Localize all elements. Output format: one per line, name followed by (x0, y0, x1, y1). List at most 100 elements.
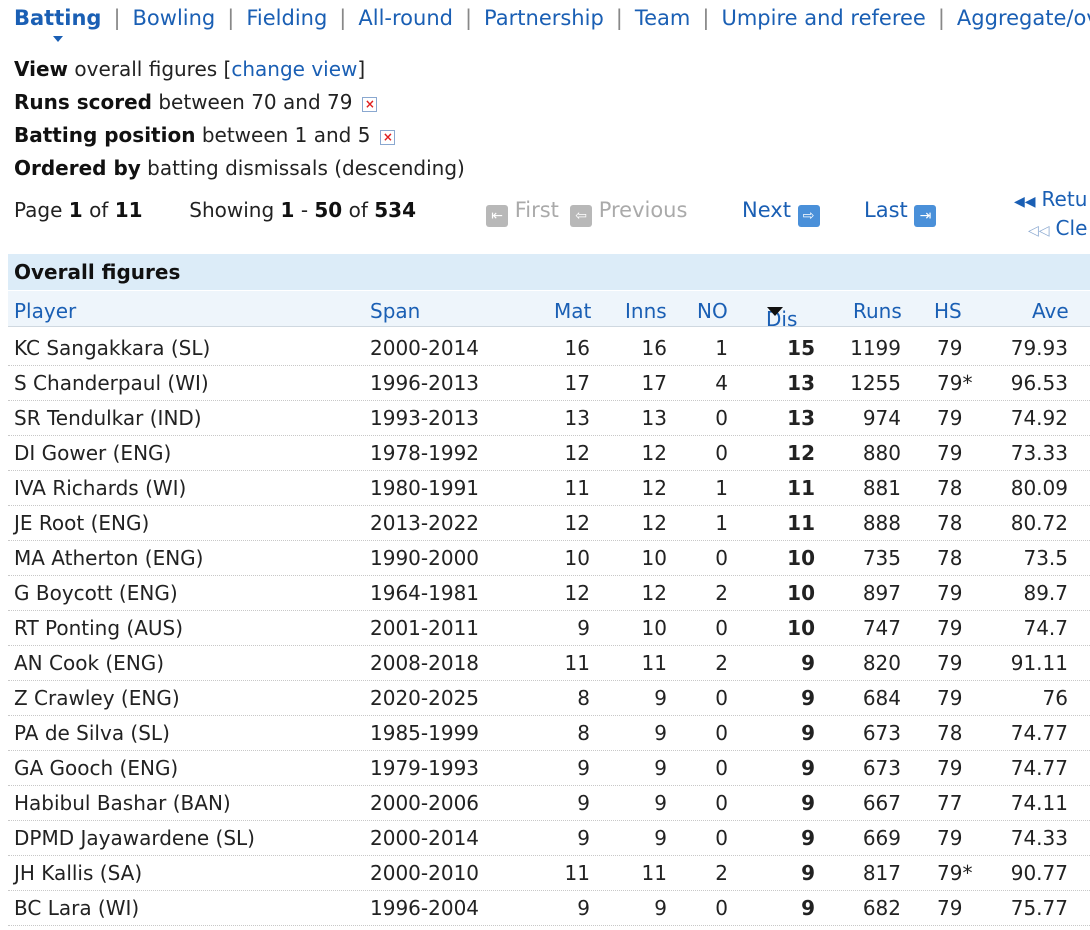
cell-player: MA Atherton (ENG) (14, 546, 204, 570)
tab-separator: | (113, 6, 121, 30)
tab-team[interactable]: Team (635, 4, 691, 32)
sort-descending-icon (767, 307, 783, 316)
page-prefix: Page (14, 198, 63, 222)
last-label: Last (864, 198, 908, 222)
cell-inns: 13 (641, 406, 667, 430)
cell-mat: 12 (564, 511, 590, 535)
cell-dis: 10 (787, 581, 815, 605)
tab-fielding[interactable]: Fielding (246, 4, 327, 32)
table-caption: Overall figures (8, 254, 1090, 290)
position-text: between 1 and 5 (201, 123, 371, 147)
stats-type-tabs: Batting | Bowling | Fielding | All-round | Partn… (14, 4, 1090, 42)
col-mat[interactable]: Mat (554, 299, 591, 323)
table-row: RT Ponting (AUS) 2001-2011 9 10 0 10 747 79 74.7 (8, 611, 1090, 646)
cell-ave: 73.5 (1023, 546, 1068, 570)
tab-aggregate[interactable]: Aggregate/overal (957, 4, 1090, 32)
table-body: KC Sangakkara (SL) 2000-2014 16 16 1 15 1199 79… (8, 331, 1090, 926)
cell-no: 1 (715, 511, 728, 535)
previous-label: Previous (598, 198, 688, 222)
cell-player: DI Gower (ENG) (14, 441, 172, 465)
cell-span: 1996-2004 (370, 896, 480, 920)
cell-mat: 9 (577, 896, 590, 920)
remove-position-filter-icon[interactable]: × (380, 130, 396, 145)
cell-player: AN Cook (ENG) (14, 651, 165, 675)
showing-total: 534 (374, 198, 416, 222)
col-inns[interactable]: Inns (625, 299, 667, 323)
table-row: IVA Richards (WI) 1980-1991 11 12 1 11 881 78 80… (8, 471, 1090, 506)
cell-mat: 9 (577, 826, 590, 850)
tab-separator: | (937, 6, 945, 30)
table-row: Habibul Bashar (BAN) 2000-2006 9 9 0 9 667 77 74… (8, 786, 1090, 821)
table-row: BC Lara (WI) 1996-2004 9 9 0 9 682 79 75.77 (8, 891, 1090, 926)
table-row: S Chanderpaul (WI) 1996-2013 17 17 4 13 1255 79… (8, 366, 1090, 401)
cell-dis: 9 (801, 651, 815, 675)
cell-span: 1996-2013 (370, 371, 480, 395)
cell-span: 2000-2014 (370, 826, 480, 850)
showing-to: 50 (314, 198, 343, 222)
cell-inns: 12 (641, 441, 667, 465)
cell-mat: 12 (564, 441, 590, 465)
clear-link[interactable]: ◁◁ Cle (1014, 215, 1087, 244)
last-page-button[interactable]: Last ⇥ (864, 198, 937, 227)
cell-player: SR Tendulkar (IND) (14, 406, 202, 430)
cell-mat: 11 (564, 861, 590, 885)
cell-runs: 817 (862, 861, 901, 885)
cell-hs: 79 (937, 826, 963, 850)
cell-player: RT Ponting (AUS) (14, 616, 184, 640)
cell-dis: 10 (787, 616, 815, 640)
rewind-icon: ◀◀ (1014, 194, 1036, 210)
order-filter: Ordered by batting dismissals (descendin… (14, 152, 465, 185)
cell-no: 0 (715, 826, 728, 850)
cell-mat: 13 (564, 406, 590, 430)
cell-runs: 1199 (850, 336, 901, 360)
view-filter: View overall figures [change view] (14, 53, 465, 86)
cell-no: 2 (715, 581, 728, 605)
col-player[interactable]: Player (14, 299, 76, 323)
cell-span: 2020-2025 (370, 686, 480, 710)
cell-span: 2000-2014 (370, 336, 480, 360)
return-links: ◀◀ Retu ◁◁ Cle (1014, 186, 1087, 244)
cell-hs: 78 (937, 511, 963, 535)
cell-dis: 9 (801, 896, 815, 920)
tab-umpire-referee[interactable]: Umpire and referee (721, 4, 925, 32)
col-span[interactable]: Span (370, 299, 420, 323)
col-runs[interactable]: Runs (853, 299, 902, 323)
cell-no: 0 (715, 791, 728, 815)
first-label: First (514, 198, 559, 222)
return-link[interactable]: ◀◀ Retu (1014, 186, 1087, 215)
cell-hs: 78 (937, 476, 963, 500)
cell-ave: 74.33 (1010, 826, 1068, 850)
cell-no: 0 (715, 441, 728, 465)
tab-separator: | (464, 6, 473, 30)
tab-all-round[interactable]: All-round (358, 4, 453, 32)
cell-mat: 12 (564, 581, 590, 605)
table-row: SR Tendulkar (IND) 1993-2013 13 13 0 13 974 79 7… (8, 401, 1090, 436)
position-filter: Batting position between 1 and 5 × (14, 119, 465, 152)
tab-batting[interactable]: Batting (14, 4, 101, 42)
cell-runs: 974 (862, 406, 901, 430)
cell-inns: 10 (641, 616, 667, 640)
col-hs[interactable]: HS (934, 299, 962, 323)
cell-player: S Chanderpaul (WI) (14, 371, 209, 395)
col-ave[interactable]: Ave (1032, 299, 1069, 323)
cell-player: IVA Richards (WI) (14, 476, 187, 500)
cell-inns: 17 (641, 371, 667, 395)
tab-bowling[interactable]: Bowling (133, 4, 216, 32)
cell-dis: 12 (787, 441, 815, 465)
runs-text: between 70 and 79 (158, 90, 353, 114)
cell-player: G Boycott (ENG) (14, 581, 178, 605)
col-no[interactable]: NO (697, 299, 728, 323)
next-page-button[interactable]: Next ⇨ (742, 198, 820, 227)
cell-ave: 96.53 (1010, 371, 1068, 395)
cell-mat: 9 (577, 616, 590, 640)
cell-dis: 9 (801, 721, 815, 745)
page-info: Page 1 of 11 Showing 1 - 50 of 534 (14, 198, 416, 222)
position-label: Batting position (14, 123, 196, 147)
cell-hs: 79* (937, 371, 973, 395)
remove-runs-filter-icon[interactable]: × (362, 97, 378, 112)
tab-partnership[interactable]: Partnership (484, 4, 604, 32)
change-view-link[interactable]: change view (231, 57, 357, 81)
cell-no: 2 (715, 651, 728, 675)
cell-inns: 9 (654, 791, 667, 815)
cell-ave: 89.7 (1023, 581, 1068, 605)
